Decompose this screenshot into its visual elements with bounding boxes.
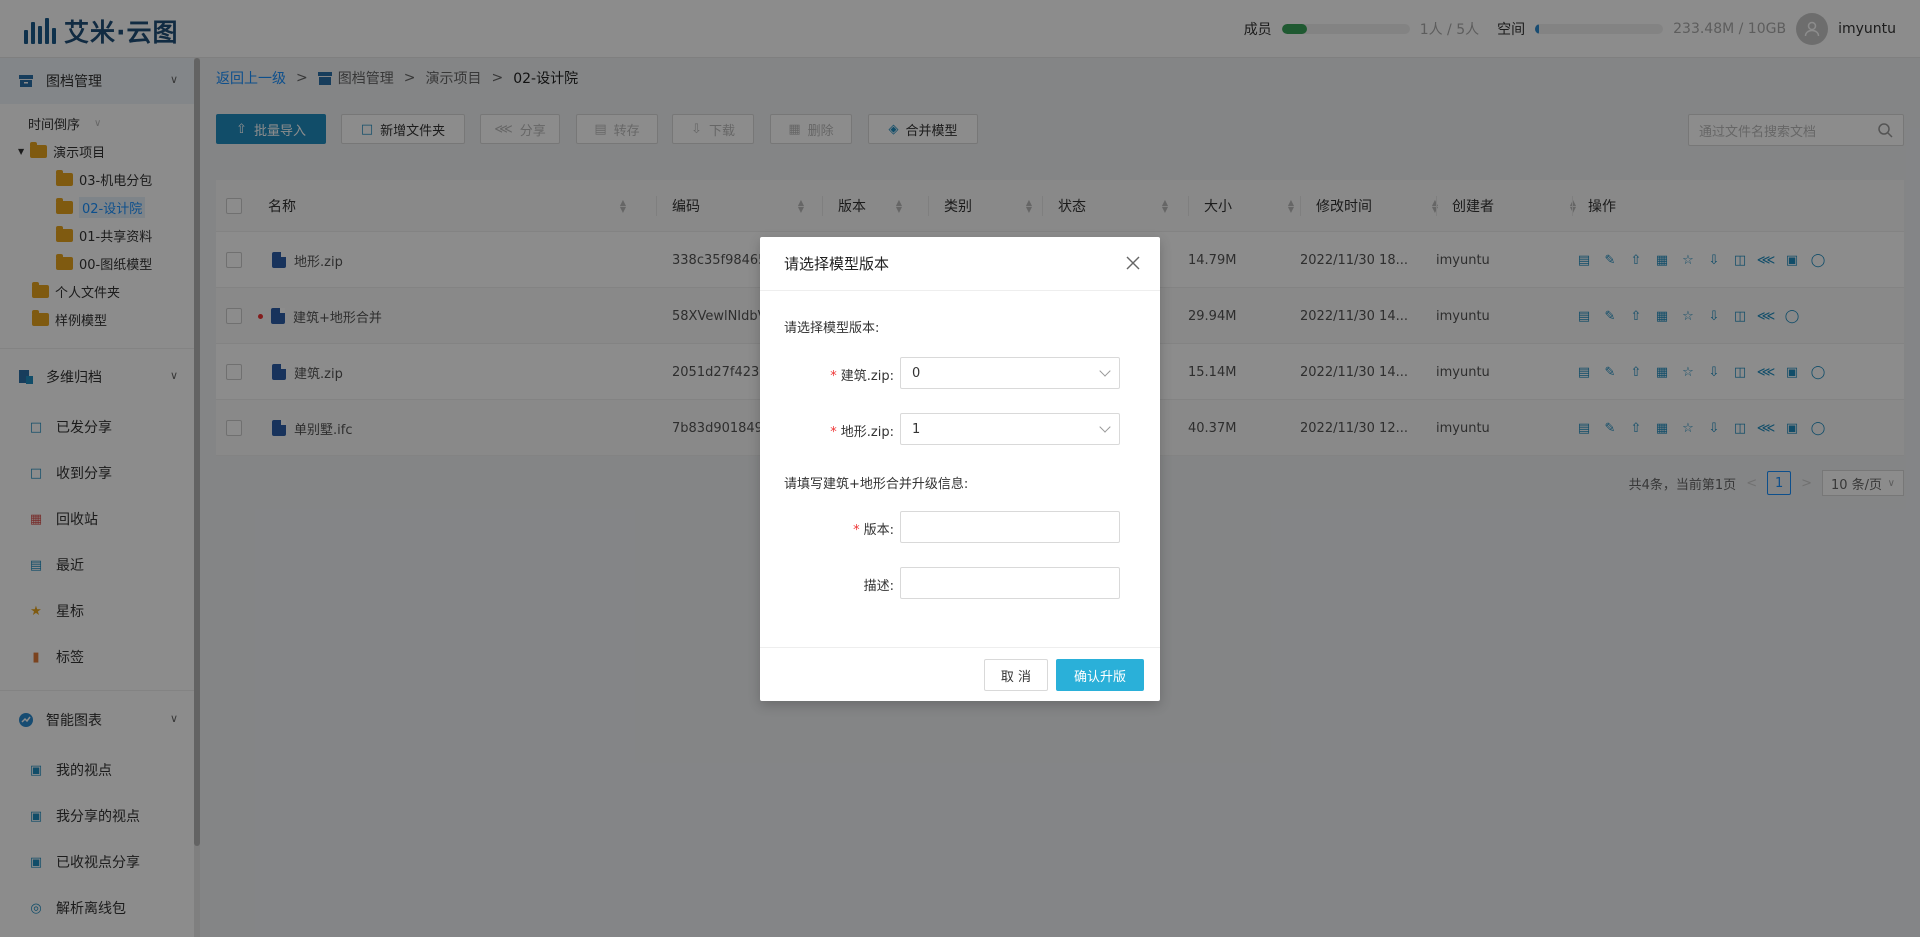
field-label: * 版本:	[853, 519, 894, 538]
select-model-version-dialog: 请选择模型版本 请选择模型版本: * 建筑.zip: 0 * 地形.zip: 1 请…	[760, 237, 1160, 701]
required-mark: *	[830, 369, 837, 384]
select-value: 1	[912, 421, 921, 437]
required-mark: *	[853, 523, 860, 538]
select-value: 0	[912, 365, 921, 381]
label-text: 地形.zip:	[840, 425, 894, 440]
label-text: 描述:	[863, 579, 894, 594]
label-text: 建筑.zip:	[840, 369, 894, 384]
section-select-version: 请选择模型版本:	[784, 321, 880, 336]
building-version-select[interactable]: 0	[900, 357, 1120, 389]
section-upgrade-info: 请填写建筑+地形合并升级信息:	[784, 477, 969, 492]
terrain-version-select[interactable]: 1	[900, 413, 1120, 445]
close-icon[interactable]	[1124, 254, 1142, 272]
description-row: 描述:	[760, 567, 1160, 601]
chevron-down-icon	[1099, 421, 1111, 433]
field-label: 描述:	[864, 575, 894, 594]
dialog-title: 请选择模型版本	[784, 255, 890, 273]
cancel-button[interactable]: 取 消	[984, 659, 1048, 691]
field-label: * 建筑.zip:	[830, 365, 894, 384]
building-version-row: * 建筑.zip: 0	[760, 357, 1160, 391]
required-mark: *	[830, 425, 837, 440]
field-label: * 地形.zip:	[830, 421, 894, 440]
label-text: 版本:	[863, 523, 894, 538]
chevron-down-icon	[1099, 365, 1111, 377]
terrain-version-row: * 地形.zip: 1	[760, 413, 1160, 447]
description-input[interactable]	[900, 567, 1120, 599]
version-row: * 版本:	[760, 511, 1160, 545]
version-input[interactable]	[900, 511, 1120, 543]
dialog-footer: 取 消 确认升版	[760, 647, 1160, 701]
confirm-upgrade-button[interactable]: 确认升版	[1056, 659, 1144, 691]
